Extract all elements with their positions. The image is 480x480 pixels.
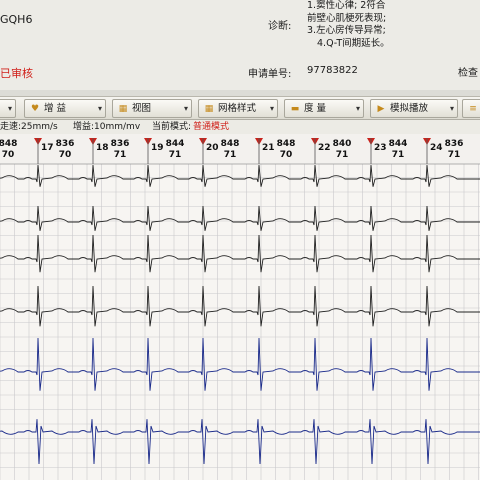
gain-button[interactable]: ♥ 增 益 ▾ xyxy=(24,99,106,118)
chevron-down-icon: ▾ xyxy=(7,104,12,113)
ecg-lead-trace xyxy=(0,234,480,273)
ecg-lead-trace xyxy=(0,285,480,327)
report-header: GQH6 诊断: 1.窦性心律; 2符合 前壁心肌梗死表现; 3.左心房传导异常… xyxy=(0,0,480,90)
playback-button-label: 模拟播放 xyxy=(390,103,429,114)
rr-interval-label: 836 xyxy=(110,139,130,149)
rr-interval-label: 840 xyxy=(332,139,352,149)
measure-button-label: 度 量 xyxy=(304,103,327,114)
mode-value: 普通模式 xyxy=(193,122,230,132)
ecg-strip[interactable]: 848 70 17 836 70 18 836 71 19 844 71 20 848 71 21 848 70… xyxy=(0,134,480,480)
chevron-down-icon: ▾ xyxy=(183,104,188,113)
measure-button[interactable]: ▬ 度 量 ▾ xyxy=(284,99,364,118)
ruler-icon: ▬ xyxy=(290,104,300,114)
grid-style-button[interactable]: ▦ 网格样式 ▾ xyxy=(198,99,278,118)
chevron-down-icon: ▾ xyxy=(269,104,274,113)
ecg-waveform xyxy=(0,134,480,480)
diagnosis-text: 1.窦性心律; 2符合 前壁心肌梗死表现; 3.左心房传导异常; 4.Q-T间期… xyxy=(307,0,390,50)
heart-rate-label: 71 xyxy=(223,150,237,160)
gain-setting: 增益:10mm/mv xyxy=(73,122,141,132)
diagnosis-line: 4.Q-T间期延长。 xyxy=(317,37,390,49)
rr-interval-label: 836 xyxy=(444,139,464,149)
gain-button-label: 增 益 xyxy=(44,103,67,114)
rr-interval-label: 836 xyxy=(55,139,75,149)
mode-label: 当前模式: xyxy=(152,122,192,132)
beat-number: 17 xyxy=(41,143,54,153)
grid-style-button-label: 网格样式 xyxy=(218,103,257,114)
view-button-label: 视图 xyxy=(132,103,152,114)
chevron-down-icon: ▾ xyxy=(449,104,454,113)
paper-speed: 走速:25mm/s xyxy=(0,122,58,132)
view-button[interactable]: ▦ 视图 ▾ xyxy=(112,99,192,118)
ecg-lead-trace xyxy=(0,164,480,187)
review-status: 已审核 xyxy=(0,67,33,80)
heart-rate-label: 70 xyxy=(1,150,15,160)
heart-rate-label: 71 xyxy=(391,150,405,160)
heart-rate-label: 70 xyxy=(58,150,72,160)
request-number-label: 申请单号: xyxy=(248,69,292,80)
beat-number: 21 xyxy=(262,143,275,153)
list-icon: ≡ xyxy=(469,104,477,114)
diagnosis-line: 1.窦性心律; 2符合 xyxy=(307,0,386,11)
lead-button[interactable]: ≡电 xyxy=(462,99,480,118)
heart-rate-label: 70 xyxy=(279,150,293,160)
diagnosis-label: 诊断: xyxy=(268,21,292,32)
ecg-lead-trace xyxy=(0,337,480,391)
rr-interval-label: 848 xyxy=(0,139,18,149)
play-icon: ▶ xyxy=(377,104,385,114)
heart-rate-label: 71 xyxy=(168,150,182,160)
grid-icon: ▦ xyxy=(204,104,214,114)
grid-icon: ▦ xyxy=(118,104,128,114)
status-bar: 走速:25mm/s 增益:10mm/mv 当前模式: 普通模式 xyxy=(0,120,480,134)
diagnosis-line: 3.左心房传导异常; xyxy=(307,25,386,36)
rr-interval-label: 848 xyxy=(220,139,240,149)
beat-number: 19 xyxy=(151,143,164,153)
playback-button[interactable]: ▶ 模拟播放 ▾ xyxy=(370,99,458,118)
chevron-down-icon: ▾ xyxy=(97,104,102,113)
heart-rate-label: 71 xyxy=(335,150,349,160)
rr-interval-label: 848 xyxy=(276,139,296,149)
heart-icon: ♥ xyxy=(30,104,40,114)
rr-interval-label: 844 xyxy=(388,139,408,149)
ecg-lead-trace xyxy=(0,419,480,465)
toolbar: ▾ ♥ 增 益 ▾ ▦ 视图 ▾ ▦ 网格样式 ▾ ▬ 度 量 ▾ ▶ 模拟播放 ▾ ≡电 xyxy=(0,96,480,120)
request-number-value: 97783822 xyxy=(307,65,358,76)
heart-rate-label: 71 xyxy=(113,150,127,160)
rr-interval-label: 844 xyxy=(165,139,185,149)
diagnosis-line: 前壁心肌梗死表现; xyxy=(307,12,387,24)
beat-number: 22 xyxy=(318,143,331,153)
beat-number: 18 xyxy=(96,143,109,153)
heart-rate-label: 71 xyxy=(447,150,461,160)
beat-number: 23 xyxy=(374,143,387,153)
beat-number: 20 xyxy=(206,143,219,153)
exam-label: 检查 xyxy=(458,68,478,79)
chevron-down-icon: ▾ xyxy=(355,104,360,113)
toolbar-dropdown-button[interactable]: ▾ xyxy=(0,99,16,118)
beat-number: 24 xyxy=(430,143,443,153)
ecg-lead-trace xyxy=(0,205,480,231)
patient-code: GQH6 xyxy=(0,13,33,26)
